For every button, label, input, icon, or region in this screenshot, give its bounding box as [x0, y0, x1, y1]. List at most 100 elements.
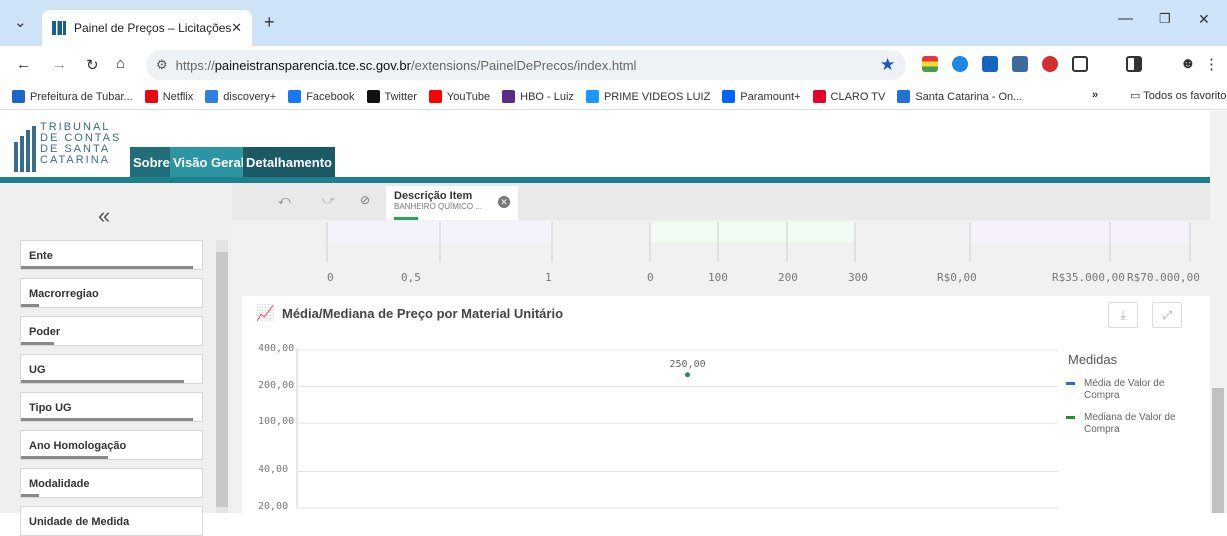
bookmark-star-icon[interactable]: ★: [880, 55, 895, 75]
page-scroll-thumb[interactable]: [1212, 388, 1224, 513]
legend-title: Medidas: [1068, 352, 1118, 367]
url-host: paineistransparencia.tce.sc.gov.br: [214, 57, 411, 73]
logo-text-line: CATARINA: [40, 154, 110, 166]
logo-bars-icon: [14, 126, 36, 172]
nav-tab[interactable]: Detalhamento: [243, 147, 335, 177]
bookmark-item[interactable]: PRIME VIDEOS LUIZ: [585, 90, 710, 103]
extensions-puzzle-icon[interactable]: [1072, 56, 1088, 72]
top-axis-tick: R$35.000,00: [1052, 271, 1125, 284]
y-tick-label: 20,00: [258, 501, 289, 512]
url-input[interactable]: ⚙ https://paineistransparencia.tce.sc.go…: [146, 50, 906, 80]
legend-label: Mediana de Valor de Compra: [1084, 412, 1176, 435]
forward-icon[interactable]: →: [52, 56, 67, 73]
bookmark-label: HBO - Luiz: [520, 90, 574, 103]
nav-tab[interactable]: Sobre: [130, 147, 173, 177]
bookmark-item[interactable]: YouTube: [428, 90, 491, 103]
filter-label: Modalidade: [29, 478, 90, 490]
filter-item[interactable]: UG: [20, 354, 203, 384]
bookmark-item[interactable]: Facebook: [288, 90, 355, 103]
selections-bar: ⤺ ⤻ ⊘: [232, 183, 1210, 220]
expand-icon[interactable]: ⤢: [1152, 302, 1182, 328]
data-label: 250,00: [669, 358, 706, 370]
bookmark-item[interactable]: Prefeitura de Tubar...: [12, 90, 133, 103]
bookmark-item[interactable]: Netflix: [144, 90, 193, 103]
filter-fill-bar: [21, 266, 193, 269]
filter-fill-bar: [21, 418, 193, 421]
filter-fill-bar: [21, 380, 184, 383]
remove-selection-icon[interactable]: ✕: [498, 196, 510, 208]
home-icon[interactable]: ⌂: [116, 55, 125, 72]
filter-item[interactable]: Modalidade: [20, 468, 203, 498]
restore-button[interactable]: ❐: [1159, 11, 1171, 27]
filter-label: Tipo UG: [29, 402, 72, 414]
top-chart-1-bg: [327, 222, 552, 242]
back-icon[interactable]: ←: [16, 56, 31, 73]
bookmark-item[interactable]: Santa Catarina - On...: [897, 90, 1022, 103]
url-protocol: https://: [175, 57, 215, 73]
y-tick-label: 40,00: [258, 464, 289, 476]
url-path: /extensions/PainelDePrecos/index.html: [411, 57, 637, 73]
browser-tab[interactable]: Painel de Preços – Licitações ✕: [42, 10, 252, 46]
bookmark-favicon-icon: [288, 90, 302, 103]
new-tab-button[interactable]: +: [264, 12, 275, 33]
bookmark-item[interactable]: CLARO TV: [812, 90, 885, 103]
bookmark-favicon-icon: [585, 90, 599, 103]
extension-3-icon[interactable]: [982, 56, 998, 72]
chart-title: Média/Mediana de Preço por Material Unit…: [282, 306, 564, 321]
filter-sidebar: «: [0, 183, 232, 513]
filter-item[interactable]: Ano Homologação: [20, 430, 203, 460]
reload-icon[interactable]: ↻: [86, 56, 99, 74]
clear-selections-icon[interactable]: ⊘: [360, 193, 370, 207]
bookmark-item[interactable]: Twitter: [366, 90, 417, 103]
extension-5-icon[interactable]: [1042, 56, 1058, 72]
extension-4-icon[interactable]: [1012, 56, 1028, 72]
tce-favicon-icon: [52, 21, 66, 35]
tab-title: Painel de Preços – Licitações: [74, 21, 232, 35]
bookmark-item[interactable]: Paramount+: [722, 90, 801, 103]
close-tab-icon[interactable]: ✕: [231, 20, 242, 36]
all-favorites-button[interactable]: ▭ Todos os favoritos: [1130, 89, 1227, 102]
bookmarks-overflow-button[interactable]: »: [1092, 89, 1098, 101]
filter-item[interactable]: Poder: [20, 316, 203, 346]
step-forward-icon[interactable]: ⤻: [322, 193, 335, 208]
extension-1-icon[interactable]: [922, 56, 938, 72]
bookmark-item[interactable]: discovery+: [205, 90, 276, 103]
bookmark-favicon-icon: [12, 90, 25, 103]
collapse-sidebar-icon[interactable]: «: [98, 203, 110, 229]
top-axis-tick: 0: [327, 271, 334, 284]
bookmarks-bar: Prefeitura de Tubar... Netflix discovery+ F…: [0, 84, 1227, 110]
tab-search-icon[interactable]: ⌄: [14, 13, 27, 31]
filter-fill-bar: [21, 456, 108, 459]
site-info-icon[interactable]: ⚙: [156, 57, 168, 73]
top-axis-tick: 300: [848, 271, 868, 284]
filter-item[interactable]: Macrorregiao: [20, 278, 203, 308]
filter-label: Poder: [29, 326, 61, 338]
bookmark-label: Paramount+: [740, 90, 801, 103]
bookmark-favicon-icon: [722, 90, 736, 103]
menu-icon[interactable]: ⋮: [1204, 55, 1219, 73]
extension-2-icon[interactable]: [952, 56, 968, 72]
y-tick-label: 200,00: [258, 379, 295, 391]
filter-fill-bar: [21, 342, 54, 345]
legend-swatch: [1066, 382, 1075, 385]
minimize-button[interactable]: —: [1118, 10, 1133, 27]
bookmark-item[interactable]: HBO - Luiz: [502, 90, 574, 103]
filter-item[interactable]: Unidade de Medida: [20, 506, 203, 536]
top-axis-tick: 0,5: [401, 271, 421, 284]
download-icon[interactable]: ⤓: [1108, 302, 1138, 328]
step-back-icon[interactable]: ⤺: [278, 193, 291, 208]
profile-avatar-icon[interactable]: ☻: [1180, 55, 1196, 72]
bookmark-label: YouTube: [446, 90, 491, 103]
y-tick-label: 100,00: [258, 416, 295, 428]
sidebar-scroll-thumb[interactable]: [216, 252, 228, 507]
nav-tab[interactable]: Visão Geral: [170, 147, 248, 177]
close-window-button[interactable]: ✕: [1198, 11, 1210, 28]
selection-chip[interactable]: Descrição Item BANHEIRO QUÍMICO ... ✕: [386, 186, 518, 220]
bookmark-favicon-icon: [205, 90, 219, 103]
filter-item[interactable]: Ente: [20, 240, 203, 270]
side-panel-icon[interactable]: [1126, 56, 1142, 72]
top-axis-tick: 200: [778, 271, 798, 284]
tce-logo: TRIBUNAL DE CONTAS DE SANTA CATARINA: [14, 122, 129, 172]
top-axis-tick: 0: [647, 271, 654, 284]
filter-item[interactable]: Tipo UG: [20, 392, 203, 422]
